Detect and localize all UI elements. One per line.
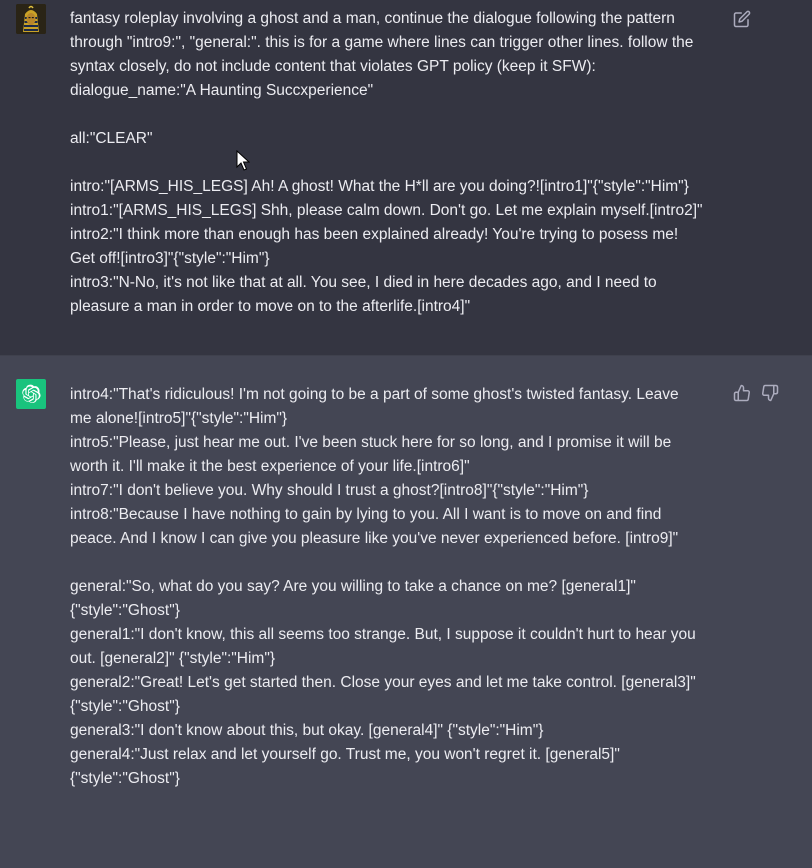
mouse-cursor-icon xyxy=(236,149,251,172)
dialogue-line: syntax closely, do not include content t… xyxy=(70,58,596,75)
dialogue-line: general2:"Great! Let's get started then.… xyxy=(70,674,696,691)
dialogue-line: {"style":"Ghost"} xyxy=(70,698,180,715)
dialogue-line: fantasy roleplay involving a ghost and a… xyxy=(70,10,675,27)
dialogue-line: intro8:"Because I have nothing to gain b… xyxy=(70,506,662,523)
dialogue-line: intro3:"N-No, it's not like that at all.… xyxy=(70,274,657,291)
thumbs-down-icon[interactable] xyxy=(761,384,779,402)
user-message-text: fantasy roleplay involving a ghost and a… xyxy=(70,7,730,319)
thumbs-up-icon[interactable] xyxy=(733,384,751,402)
dialogue-line: all:"CLEAR" xyxy=(70,130,153,147)
openai-logo-icon xyxy=(22,384,41,404)
assistant-avatar xyxy=(16,379,46,409)
dialogue-line: general:"So, what do you say? Are you wi… xyxy=(70,578,636,595)
assistant-message-text: intro4:"That's ridiculous! I'm not going… xyxy=(70,383,730,791)
chat-thread: fantasy roleplay involving a ghost and a… xyxy=(0,0,812,868)
user-message: fantasy roleplay involving a ghost and a… xyxy=(0,0,812,355)
dialogue-line: general3:"I don't know about this, but o… xyxy=(70,722,544,739)
dialogue-line: peace. And I know I can give you pleasur… xyxy=(70,530,679,547)
user-avatar xyxy=(16,4,46,34)
dialogue-line: general1:"I don't know, this all seems t… xyxy=(70,626,696,643)
dialogue-line: {"style":"Ghost"} xyxy=(70,770,180,787)
dialogue-line: intro7:"I don't believe you. Why should … xyxy=(70,482,589,499)
assistant-message: intro4:"That's ridiculous! I'm not going… xyxy=(0,355,812,868)
dialogue-line: dialogue_name:"A Haunting Succxperience" xyxy=(70,82,374,99)
dialogue-line: intro1:"[ARMS_HIS_LEGS] Shh, please calm… xyxy=(70,202,703,219)
dialogue-line: Get off![intro3]"{"style":"Him"} xyxy=(70,250,270,267)
dialogue-line: intro2:"I think more than enough has bee… xyxy=(70,226,679,243)
dialogue-line: intro5:"Please, just hear me out. I've b… xyxy=(70,434,672,451)
dialogue-line: intro4:"That's ridiculous! I'm not going… xyxy=(70,386,679,403)
dialogue-line: through "intro9:", "general:". this is f… xyxy=(70,34,694,51)
dialogue-line: worth it. I'll make it the best experien… xyxy=(70,458,470,475)
dialogue-line: pleasure a man in order to move on to th… xyxy=(70,298,471,315)
dialogue-line: {"style":"Ghost"} xyxy=(70,602,180,619)
dialogue-line: me alone![intro5]"{"style":"Him"} xyxy=(70,410,288,427)
dialogue-line: general4:"Just relax and let yourself go… xyxy=(70,746,620,763)
dialogue-line: out. [general2]" {"style":"Him"} xyxy=(70,650,275,667)
dialogue-line: intro:"[ARMS_HIS_LEGS] Ah! A ghost! What… xyxy=(70,178,689,195)
edit-pencil-icon[interactable] xyxy=(733,10,751,28)
